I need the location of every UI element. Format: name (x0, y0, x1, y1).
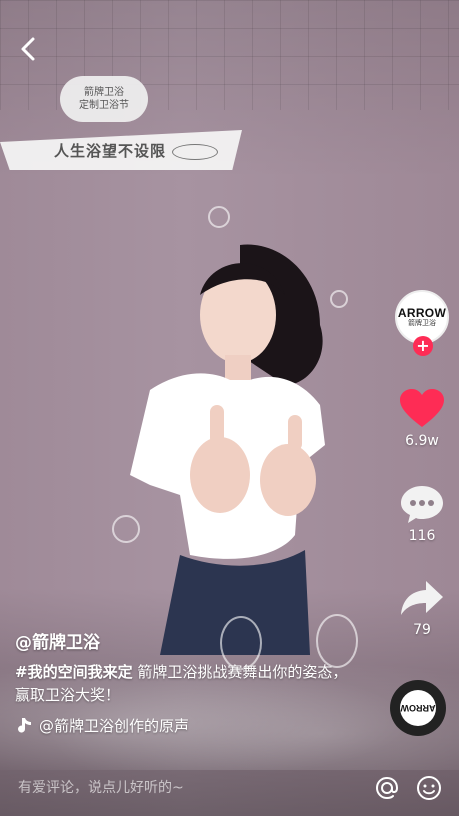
follow-button[interactable]: + (413, 336, 433, 356)
back-arrow-icon (21, 37, 35, 61)
dancer-figure (120, 235, 340, 655)
bubble (330, 290, 348, 308)
avatar-brand-sub: 箭牌卫浴 (408, 319, 436, 327)
avatar-brand: ARROW (397, 306, 447, 320)
creator-avatar-wrap: ARROW 箭牌卫浴 + (395, 290, 449, 360)
slogan-ribbon: 人生浴望不设限 (0, 130, 242, 170)
video-caption: #我的空间我来定 箭牌卫浴挑战赛舞出你的姿态，赢取卫浴大奖！ (15, 661, 355, 707)
video-info: @箭牌卫浴 #我的空间我来定 箭牌卫浴挑战赛舞出你的姿态，赢取卫浴大奖！ @箭牌… (15, 628, 355, 736)
share-icon (401, 581, 443, 615)
campaign-banner: 箭牌卫浴 定制卫浴节 人生浴望不设限 (0, 72, 260, 187)
emoji-icon[interactable] (415, 774, 443, 802)
video-stage[interactable]: 箭牌卫浴 定制卫浴节 人生浴望不设限 ARROW 箭牌卫浴 + 6.9w 116… (0, 0, 459, 816)
slogan-text: 人生浴望不设限 (53, 141, 166, 160)
creator-username[interactable]: @箭牌卫浴 (15, 628, 355, 653)
comment-count: 116 (408, 528, 436, 544)
like-button[interactable]: 6.9w (395, 387, 449, 449)
badge-line1: 箭牌卫浴 (84, 87, 124, 98)
heart-icon (400, 389, 444, 427)
comment-button[interactable]: 116 (395, 482, 449, 544)
share-button[interactable]: 79 (395, 576, 449, 638)
comment-input[interactable] (16, 779, 359, 797)
back-button[interactable] (14, 34, 44, 64)
bubble (112, 515, 140, 543)
campaign-badge: 箭牌卫浴 定制卫浴节 (60, 76, 148, 122)
music-note-icon (18, 717, 31, 733)
smile-icon (172, 144, 218, 160)
music-disc[interactable]: ARROW (390, 680, 446, 736)
bubble (208, 206, 230, 228)
comment-icon (401, 486, 443, 523)
badge-line2: 定制卫浴节 (79, 100, 129, 111)
comment-bar (0, 760, 459, 816)
at-icon[interactable] (373, 774, 401, 802)
hashtag-link[interactable]: #我的空间我来定 (15, 663, 133, 681)
like-count: 6.9w (405, 433, 439, 449)
music-title: @箭牌卫浴创作的原声 (39, 717, 190, 735)
music-row[interactable]: @箭牌卫浴创作的原声 (15, 715, 355, 736)
disc-label: ARROW (400, 690, 436, 726)
share-count: 79 (413, 622, 431, 638)
